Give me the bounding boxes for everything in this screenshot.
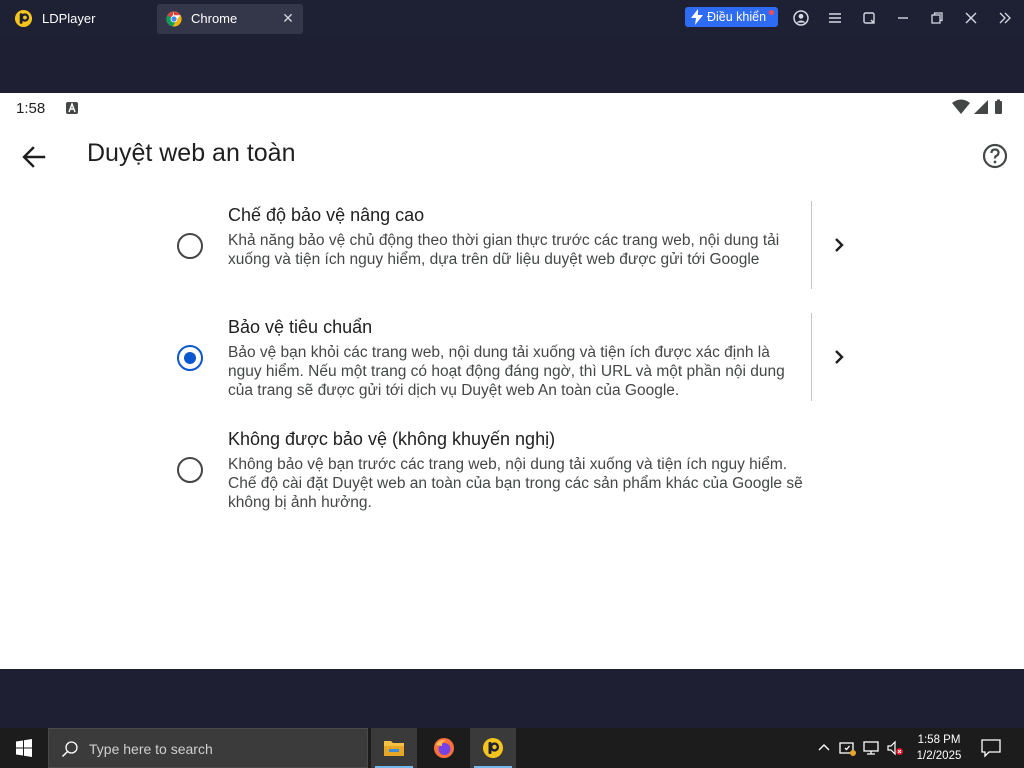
divider: [811, 313, 812, 401]
notification-dot: [769, 10, 774, 15]
page-title: Duyệt web an toàn: [87, 139, 296, 167]
taskbar-search-box[interactable]: Type here to search: [48, 728, 368, 768]
option-standard-protection[interactable]: Bảo vệ tiêu chuẩn Bảo vệ bạn khỏi các tr…: [170, 313, 860, 403]
control-button[interactable]: Điều khiển: [685, 7, 778, 27]
tab-chrome[interactable]: Chrome ✕: [157, 4, 303, 34]
control-button-label: Điều khiển: [707, 10, 767, 24]
status-time: 1:58: [16, 100, 46, 117]
status-signal-battery-icons: [952, 99, 1002, 114]
volume-muted-icon[interactable]: [886, 739, 904, 757]
network-icon[interactable]: [862, 739, 880, 757]
notification-center-icon[interactable]: [980, 738, 1002, 758]
divider: [811, 201, 812, 289]
chevron-right-icon[interactable]: [830, 236, 848, 254]
android-screen: 1:58 Duyệt web an toàn Chế độ bảo vệ nân…: [0, 93, 1024, 669]
option-description: Bảo vệ bạn khỏi các trang web, nội dung …: [228, 344, 785, 399]
back-arrow-icon[interactable]: [20, 143, 48, 171]
search-placeholder: Type here to search: [89, 741, 213, 757]
option-description: Không bảo vệ bạn trước các trang web, nộ…: [228, 456, 803, 511]
menu-icon[interactable]: [826, 9, 844, 27]
taskbar-firefox[interactable]: [421, 728, 467, 768]
chevron-right-icon[interactable]: [830, 348, 848, 366]
ldplayer-icon: [483, 738, 503, 758]
lightning-icon: [691, 9, 703, 25]
clock-time: 1:58 PM: [917, 734, 961, 746]
windows-taskbar: Type here to search 1:58 PM 1/2/2025: [0, 728, 1024, 768]
radio-enhanced-protection[interactable]: [177, 233, 203, 259]
chrome-icon: [166, 11, 182, 27]
close-icon[interactable]: [962, 9, 980, 27]
battery-icon: [995, 101, 1002, 114]
emulator-title: LDPlayer: [42, 11, 96, 26]
windows-start-icon[interactable]: [0, 728, 48, 768]
option-description: Khả năng bảo vệ chủ động theo thời gian …: [228, 232, 780, 268]
emulator-frame-bottom: [0, 669, 1024, 728]
ldplayer-logo-icon: [14, 9, 33, 28]
folder-icon: [384, 741, 404, 756]
account-icon[interactable]: [792, 9, 810, 27]
search-icon: [61, 741, 78, 758]
restore-icon[interactable]: [928, 9, 946, 27]
expand-sidebar-icon[interactable]: [996, 9, 1014, 27]
emulator-frame-top: [0, 37, 1024, 93]
firefox-icon: [434, 738, 454, 758]
radio-standard-protection[interactable]: [177, 345, 203, 371]
option-title: Không được bảo vệ (không khuyến nghị): [228, 429, 556, 449]
wifi-icon: [952, 99, 970, 114]
taskbar-clock[interactable]: 1:58 PM 1/2/2025: [909, 732, 969, 764]
tab-title: Chrome: [191, 11, 238, 26]
cell-signal-icon: [974, 100, 988, 114]
taskbar-file-explorer[interactable]: [371, 728, 417, 768]
chevron-up-icon[interactable]: [815, 739, 833, 757]
option-title: Chế độ bảo vệ nâng cao: [228, 205, 425, 225]
option-no-protection[interactable]: Không được bảo vệ (không khuyến nghị) Kh…: [170, 425, 860, 515]
radio-no-protection[interactable]: [177, 457, 203, 483]
close-tab-icon[interactable]: ✕: [281, 10, 295, 26]
help-icon[interactable]: [981, 142, 1009, 170]
keyboard-notification-icon: [66, 102, 78, 114]
taskbar-ldplayer[interactable]: [470, 728, 516, 768]
option-title: Bảo vệ tiêu chuẩn: [228, 317, 373, 337]
minimize-icon[interactable]: [894, 9, 912, 27]
emulator-titlebar: LDPlayer Chrome ✕ Điều khiển: [0, 0, 1024, 37]
screenshot-icon[interactable]: [860, 9, 878, 27]
option-enhanced-protection[interactable]: Chế độ bảo vệ nâng cao Khả năng bảo vệ c…: [170, 201, 860, 291]
security-tray-icon[interactable]: [838, 739, 856, 757]
clock-date: 1/2/2025: [916, 750, 962, 762]
